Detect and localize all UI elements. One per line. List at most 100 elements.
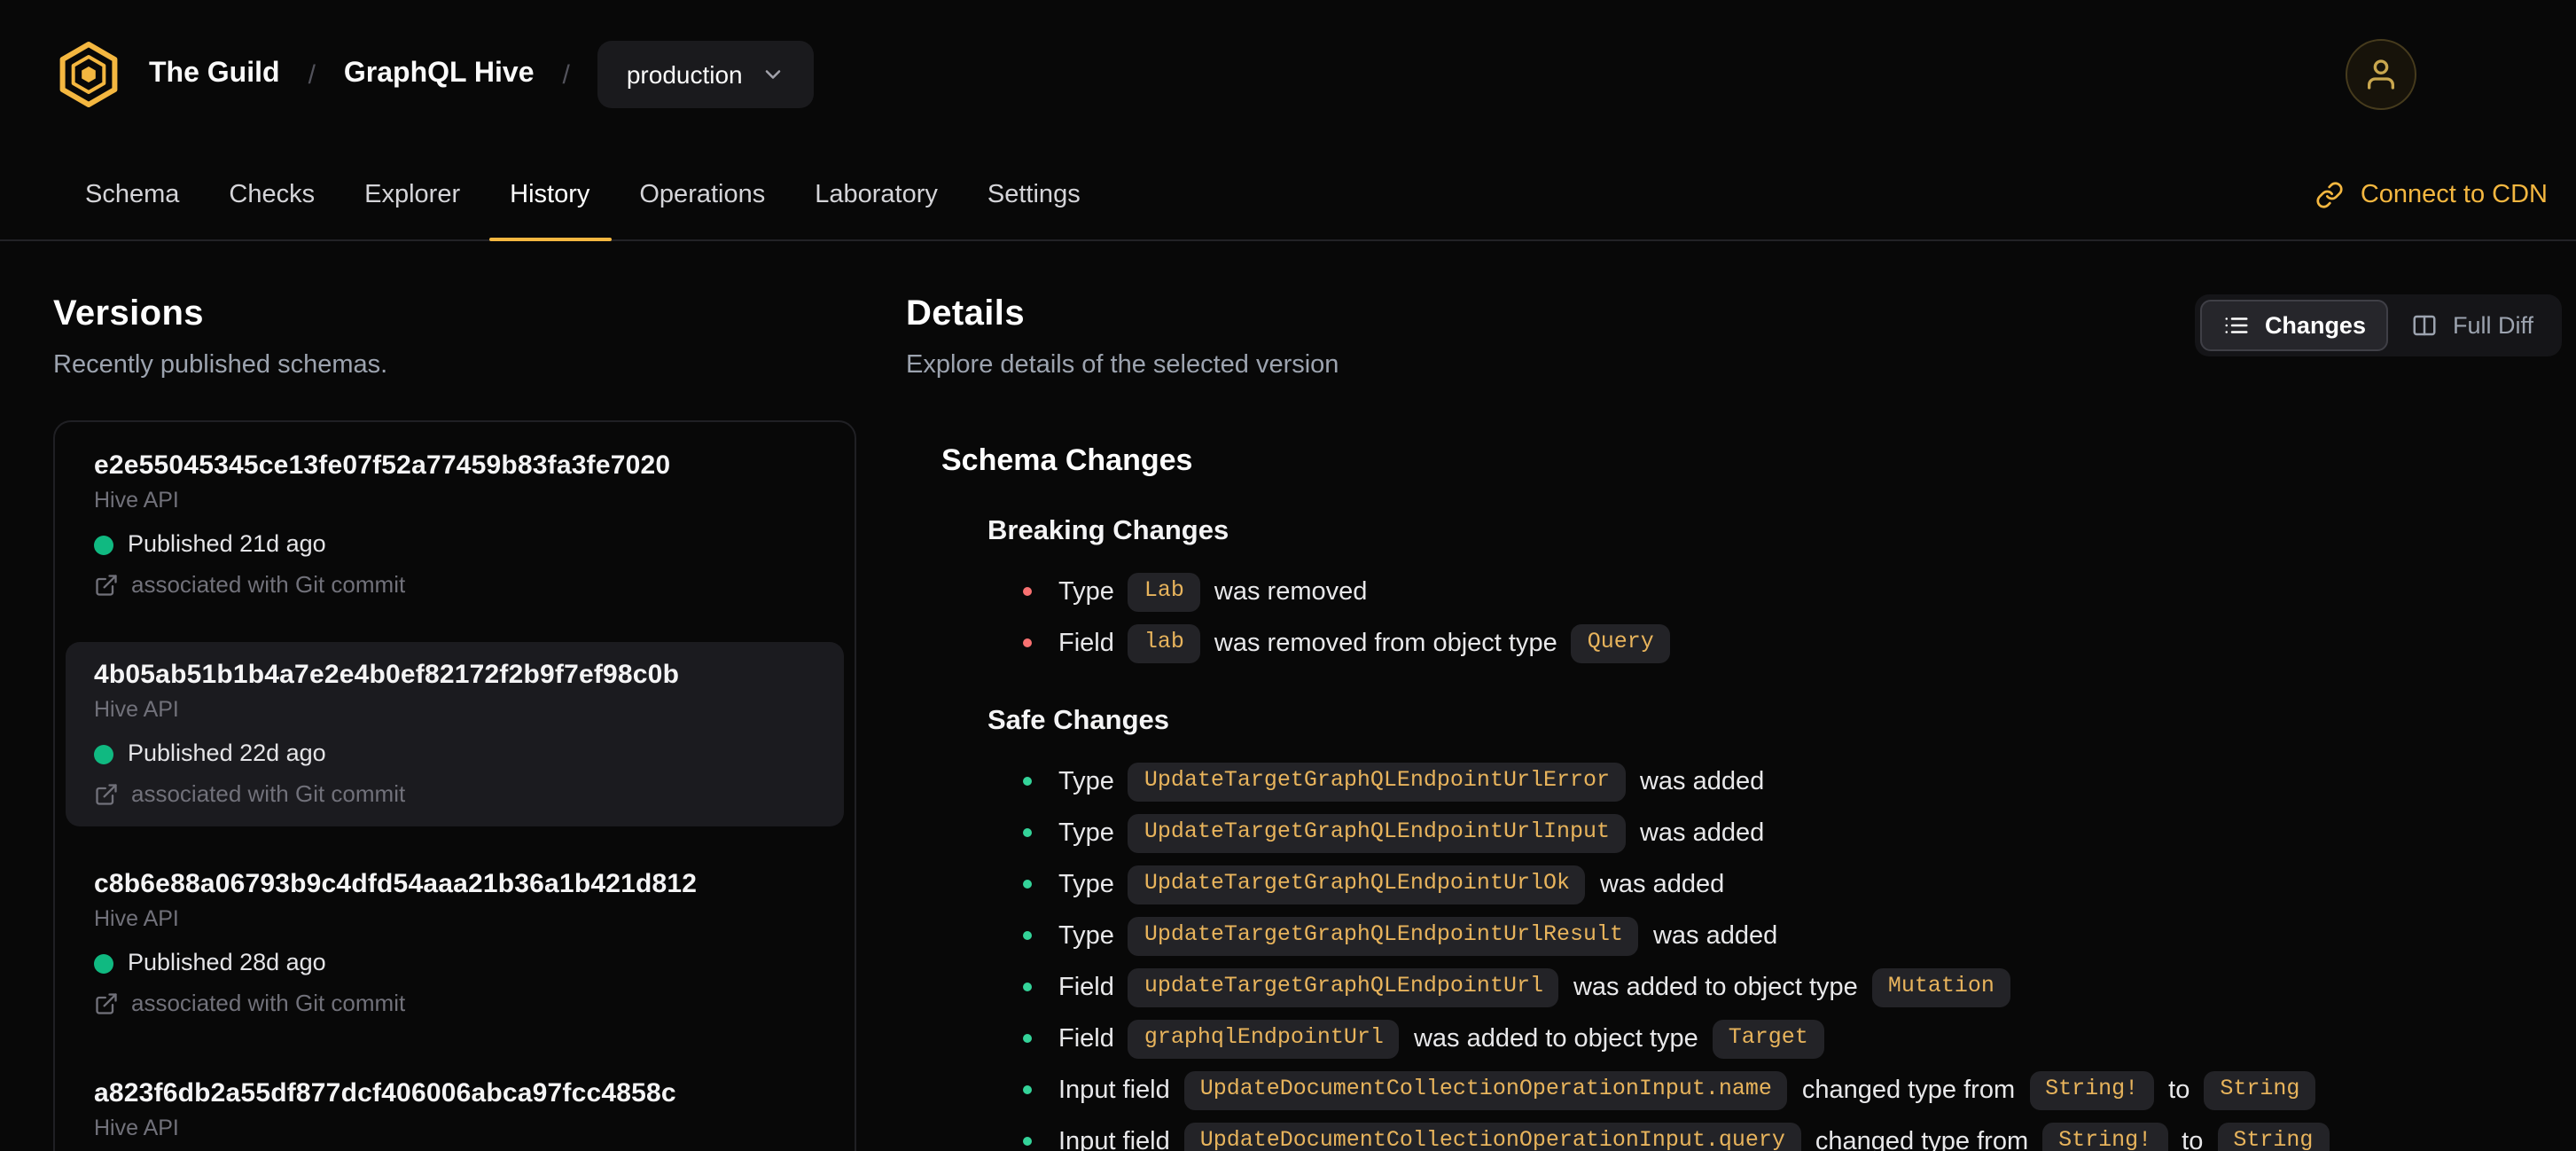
change-text: Field xyxy=(1058,1024,1114,1053)
published-text: Published 21d ago xyxy=(128,530,326,557)
change-code: Query xyxy=(1571,623,1670,662)
change-item: Type UpdateTargetGraphQLEndpointUrlOk wa… xyxy=(1023,858,2562,910)
version-item-selected[interactable]: 4b05ab51b1b4a7e2e4b0ef82172f2b9f7ef98c0b… xyxy=(66,642,844,826)
change-code: String xyxy=(2217,1122,2330,1151)
change-text: was added xyxy=(1639,818,1765,847)
external-link-icon xyxy=(96,575,117,596)
schema-changes-title: Schema Changes xyxy=(941,443,1193,477)
version-hash: c8b6e88a06793b9c4dfd54aaa21b36a1b421d812 xyxy=(94,869,698,899)
change-text: changed type from xyxy=(1801,1076,2016,1104)
changes-view-label: Changes xyxy=(2264,312,2366,339)
change-text: Input field xyxy=(1058,1127,1170,1151)
safe-bullet-icon xyxy=(1023,1085,1032,1094)
version-git-link[interactable]: associated with Git commit xyxy=(94,990,816,1018)
tab-checks[interactable]: Checks xyxy=(204,149,340,239)
hive-logo-icon[interactable] xyxy=(53,39,124,110)
change-text: was added to object type xyxy=(1573,973,1858,1001)
change-text: Field xyxy=(1058,629,1114,657)
tab-bar-spacer xyxy=(1105,149,2316,239)
version-hash: e2e55045345ce13fe07f52a77459b83fa3fe7020 xyxy=(94,450,671,481)
safe-changes-list: Type UpdateTargetGraphQLEndpointUrlError… xyxy=(1023,756,2562,1151)
change-item: Type UpdateTargetGraphQLEndpointUrlInput… xyxy=(1023,807,2562,858)
view-toggle: Changes Full Diff xyxy=(2195,294,2562,356)
columns-icon xyxy=(2414,315,2437,336)
tab-history[interactable]: History xyxy=(485,149,614,241)
git-commit-text: associated with Git commit xyxy=(131,780,406,807)
change-code: graphqlEndpointUrl xyxy=(1128,1019,1400,1058)
change-item: Type Lab was removed xyxy=(1023,566,2562,617)
version-status: Published 21d ago xyxy=(94,530,816,559)
details-header: Details Explore details of the selected … xyxy=(906,291,2562,381)
version-item[interactable]: c8b6e88a06793b9c4dfd54aaa21b36a1b421d812… xyxy=(66,851,844,1036)
tab-schema[interactable]: Schema xyxy=(60,149,204,239)
change-item: Type UpdateTargetGraphQLEndpointUrlResul… xyxy=(1023,910,2562,961)
change-item: Field updateTargetGraphQLEndpointUrl was… xyxy=(1023,961,2562,1013)
version-hash: 4b05ab51b1b4a7e2e4b0ef82172f2b9f7ef98c0b xyxy=(94,660,680,690)
published-dot-icon xyxy=(94,535,113,554)
external-link-icon xyxy=(96,784,117,805)
breadcrumb-project[interactable]: GraphQL Hive xyxy=(344,59,535,90)
version-hash: a823f6db2a55df877dcf406006abca97fcc4858c xyxy=(94,1078,676,1108)
changes-view-button[interactable]: Changes xyxy=(2200,300,2389,351)
change-item: Field lab was removed from object type Q… xyxy=(1023,617,2562,669)
versions-subtitle: Recently published schemas. xyxy=(53,351,388,380)
safe-bullet-icon xyxy=(1023,777,1032,786)
version-service: Hive API xyxy=(94,1116,179,1140)
version-git-link[interactable]: associated with Git commit xyxy=(94,571,816,599)
change-text: Type xyxy=(1058,577,1114,606)
version-item[interactable]: e2e55045345ce13fe07f52a77459b83fa3fe7020… xyxy=(66,433,844,617)
change-text: changed type from xyxy=(1815,1127,2029,1151)
change-text: was removed xyxy=(1214,577,1368,606)
user-avatar[interactable] xyxy=(2346,39,2416,110)
published-dot-icon xyxy=(94,953,113,973)
change-code: Lab xyxy=(1128,572,1200,611)
change-code: String! xyxy=(2029,1070,2155,1109)
change-text: to xyxy=(2168,1076,2190,1104)
connect-cdn-link[interactable]: Connect to CDN xyxy=(2316,149,2548,239)
change-code: UpdateDocumentCollectionOperationInput.n… xyxy=(1183,1070,1788,1109)
full-diff-view-button[interactable]: Full Diff xyxy=(2389,300,2556,351)
change-item: Field graphqlEndpointUrl was added to ob… xyxy=(1023,1013,2562,1064)
breaking-bullet-icon xyxy=(1023,638,1032,647)
change-text: Type xyxy=(1058,767,1114,795)
change-text: Type xyxy=(1058,818,1114,847)
full-diff-view-label: Full Diff xyxy=(2452,312,2533,339)
published-text: Published 22d ago xyxy=(128,740,326,766)
change-code: String! xyxy=(2042,1122,2168,1151)
external-link-icon xyxy=(96,993,117,1014)
change-code: UpdateTargetGraphQLEndpointUrlInput xyxy=(1128,813,1626,852)
change-text: was added xyxy=(1639,767,1765,795)
chevron-down-icon xyxy=(765,70,780,79)
tab-settings[interactable]: Settings xyxy=(963,149,1105,239)
details-panel: Details Explore details of the selected … xyxy=(906,291,2562,1151)
safe-bullet-icon xyxy=(1023,1034,1032,1043)
safe-bullet-icon xyxy=(1023,828,1032,837)
person-icon xyxy=(2368,59,2394,90)
details-title-block: Details Explore details of the selected … xyxy=(906,291,1339,381)
app-root: The Guild / GraphQL Hive / production Sc… xyxy=(0,0,2576,1151)
tab-bar: Schema Checks Explorer History Operation… xyxy=(0,149,2576,241)
change-text: Input field xyxy=(1058,1076,1170,1104)
tab-operations[interactable]: Operations xyxy=(614,149,790,239)
change-item: Type UpdateTargetGraphQLEndpointUrlError… xyxy=(1023,756,2562,807)
breadcrumb-org[interactable]: The Guild xyxy=(149,59,280,90)
target-selector[interactable]: production xyxy=(597,41,814,108)
version-status: Published 28d ago xyxy=(94,949,816,977)
change-code: Mutation xyxy=(1871,967,2010,1006)
target-selector-value: production xyxy=(626,60,743,89)
version-git-link[interactable]: associated with Git commit xyxy=(94,780,816,809)
version-service: Hive API xyxy=(94,697,179,722)
change-item: Input field UpdateDocumentCollectionOper… xyxy=(1023,1116,2562,1151)
breadcrumb-separator: / xyxy=(562,59,570,90)
tab-laboratory[interactable]: Laboratory xyxy=(790,149,963,239)
tab-explorer[interactable]: Explorer xyxy=(340,149,485,239)
change-text: Type xyxy=(1058,921,1114,950)
change-text: was added xyxy=(1652,921,1778,950)
git-commit-text: associated with Git commit xyxy=(131,571,406,598)
published-text: Published 28d ago xyxy=(128,949,326,975)
breaking-bullet-icon xyxy=(1023,587,1032,596)
safe-bullet-icon xyxy=(1023,931,1032,940)
change-item: Input field UpdateDocumentCollectionOper… xyxy=(1023,1064,2562,1116)
version-item[interactable]: a823f6db2a55df877dcf406006abca97fcc4858c… xyxy=(66,1061,844,1151)
main-content: Versions Recently published schemas. e2e… xyxy=(0,241,2576,1151)
